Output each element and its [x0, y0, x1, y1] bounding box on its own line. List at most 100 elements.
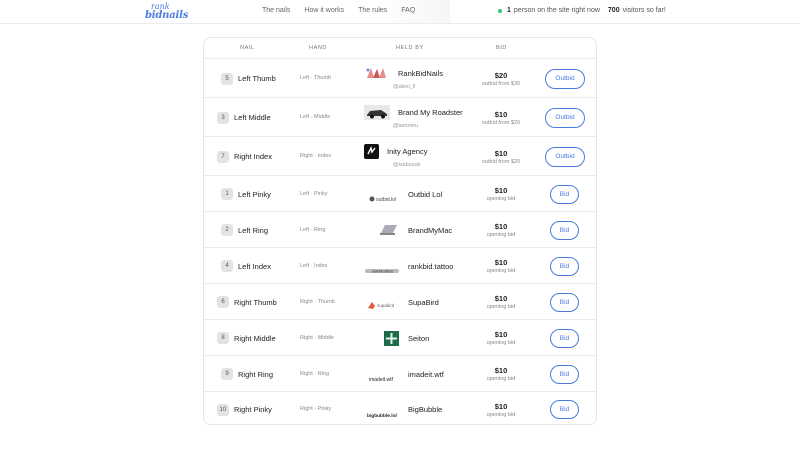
top-bar: rank bidnails The nails How it works The… — [0, 0, 800, 24]
svg-text:rankbid.tattoo: rankbid.tattoo — [372, 269, 393, 273]
hand-label: Left · Pinky — [300, 190, 328, 197]
bid-button[interactable]: Bid — [550, 364, 579, 384]
nav-link-how-it-works[interactable]: How it works — [304, 7, 344, 14]
holder-name[interactable]: BrandMyMac — [408, 226, 452, 235]
main-nav: The nails How it works The rules FAQ — [262, 7, 429, 14]
tattoo-logo: rankbid.tattoo — [365, 262, 399, 273]
table-row: 3 Left Middle Left · Middle Brand My Roadst… — [204, 98, 596, 137]
nail-number-badge: 10 — [217, 403, 229, 416]
outbid-button[interactable]: Outbid — [545, 146, 585, 167]
table-row: 2 Left Ring Left · Ring BrandMyMac $10 openin… — [204, 212, 596, 248]
bid-subtext: opening bid — [486, 340, 516, 346]
nail-name: Right Middle — [234, 333, 276, 343]
holder-name[interactable]: RankBidNails — [398, 69, 443, 78]
hand-label: Left · Ring — [300, 226, 326, 233]
logo-line-2: bidnails — [145, 10, 189, 21]
svg-text:supabird: supabird — [377, 303, 395, 308]
online-dot-icon — [498, 8, 502, 13]
online-count: 1 — [507, 7, 511, 14]
bid-button[interactable]: Bid — [550, 256, 579, 276]
table-header: NAIL HAND HELD BY BID — [204, 38, 596, 59]
holder-name[interactable]: Outbid Lol — [408, 190, 442, 199]
nail-number-badge: 7 — [217, 150, 229, 163]
hand-label: Right · Thumb — [300, 298, 335, 305]
holder-name[interactable]: Seiton — [408, 334, 429, 343]
bid-price: $10 — [494, 401, 508, 411]
bid-button[interactable]: Bid — [550, 292, 579, 312]
holder-name[interactable]: imadeit.wtf — [408, 370, 444, 379]
table-row: 8 Right Middle Right · Middle Seiton $10 open… — [204, 320, 596, 356]
bid-price: $10 — [494, 258, 508, 267]
bid-subtext: opening bid — [486, 268, 516, 274]
nav-link-faq[interactable]: FAQ — [401, 7, 415, 14]
nail-name: Right Index — [234, 152, 272, 161]
bid-subtext: opening bid — [486, 304, 516, 310]
svg-text:imadeit.wtf: imadeit.wtf — [369, 377, 394, 383]
table-row: 5 Left Thumb Left · Thumb RankBidNails @alex… — [204, 59, 596, 98]
nail-number-badge: 6 — [217, 296, 229, 308]
bid-price: $20 — [494, 70, 508, 80]
holder-name[interactable]: BigBubble — [408, 405, 442, 414]
bid-button[interactable]: Bid — [550, 184, 579, 204]
nail-number-badge: 9 — [221, 368, 233, 380]
bid-button[interactable]: Bid — [550, 328, 579, 348]
imadeit-logo: imadeit.wtf — [369, 370, 399, 383]
bid-price: $10 — [494, 109, 508, 119]
nail-number-badge: 8 — [217, 332, 229, 344]
table-row: 7 Right Index Right · Index Inity Agency @iv… — [204, 137, 596, 176]
nail-name: Left Ring — [238, 225, 269, 235]
bid-subtext: opening bid — [486, 411, 516, 418]
outbid-button[interactable]: Outbid — [545, 107, 585, 128]
bid-price: $10 — [494, 366, 508, 375]
holder-handle: @alexi_ll — [393, 83, 416, 90]
hand-label: Right · Ring — [300, 370, 330, 377]
nail-number-badge: 5 — [221, 72, 233, 85]
hand-label: Right · Middle — [300, 334, 334, 341]
holder-name[interactable]: SupaBird — [408, 298, 439, 307]
inity-logo — [364, 143, 379, 159]
table-row: 10 Right Pinky Right · Pinky bigbubble.lol B… — [204, 392, 596, 424]
col-nail: NAIL — [240, 45, 255, 51]
nail-name: Right Ring — [238, 369, 274, 379]
car-logo — [364, 104, 390, 120]
outbid-button[interactable]: Outbid — [545, 68, 585, 89]
nail-name: Right Pinky — [234, 405, 272, 414]
nail-number-badge: 3 — [217, 111, 229, 124]
bid-subtext: outbid from $30 — [481, 80, 521, 87]
nav-link-nails[interactable]: The nails — [262, 7, 290, 14]
bigbubble-logo: bigbubble.lol — [367, 406, 399, 419]
supabird-logo: supabird — [367, 297, 399, 309]
nail-name: Left Index — [238, 261, 271, 271]
holder-handle: @iammeu — [393, 122, 419, 129]
nail-name: Left Middle — [234, 113, 271, 122]
svg-text:outbid.lol: outbid.lol — [376, 197, 396, 203]
table-row: 6 Right Thumb Right · Thumb supabird SupaBir… — [204, 284, 596, 320]
bid-subtext: opening bid — [486, 376, 516, 382]
hand-label: Right · Index — [300, 153, 332, 159]
nav-link-rules[interactable]: The rules — [358, 7, 387, 14]
bid-subtext: opening bid — [486, 196, 516, 202]
bid-button[interactable]: Bid — [550, 220, 579, 240]
bid-price: $10 — [494, 330, 508, 339]
hand-label: Left · Index — [300, 262, 328, 269]
nail-name: Right Thumb — [234, 297, 277, 307]
bid-price: $10 — [494, 294, 508, 303]
site-logo[interactable]: rank bidnails — [145, 2, 189, 22]
nail-name: Left Pinky — [238, 189, 271, 199]
col-bid: BID — [496, 45, 507, 51]
live-status: 1 person on the site right now 700 visit… — [498, 7, 666, 14]
hand-label: Left · Thumb — [300, 75, 332, 81]
bid-button[interactable]: Bid — [550, 400, 579, 419]
seiton-logo — [384, 330, 399, 346]
visitors-text: visitors so far! — [622, 7, 666, 14]
holder-name[interactable]: rankbid.tattoo — [408, 262, 453, 271]
nail-name: Left Thumb — [238, 74, 276, 83]
holder-name[interactable]: Brand My Roadster — [398, 108, 463, 117]
hand-label: Right · Pinky — [300, 406, 332, 412]
nail-number-badge: 1 — [221, 188, 233, 200]
visitors-count: 700 — [607, 7, 620, 14]
holder-name[interactable]: Inity Agency — [387, 147, 427, 156]
table-row: 4 Left Index Left · Index rankbid.tattoo ran… — [204, 248, 596, 284]
svg-text:bigbubble.lol: bigbubble.lol — [367, 413, 397, 419]
outbid-logo: outbid.lol — [369, 190, 399, 203]
